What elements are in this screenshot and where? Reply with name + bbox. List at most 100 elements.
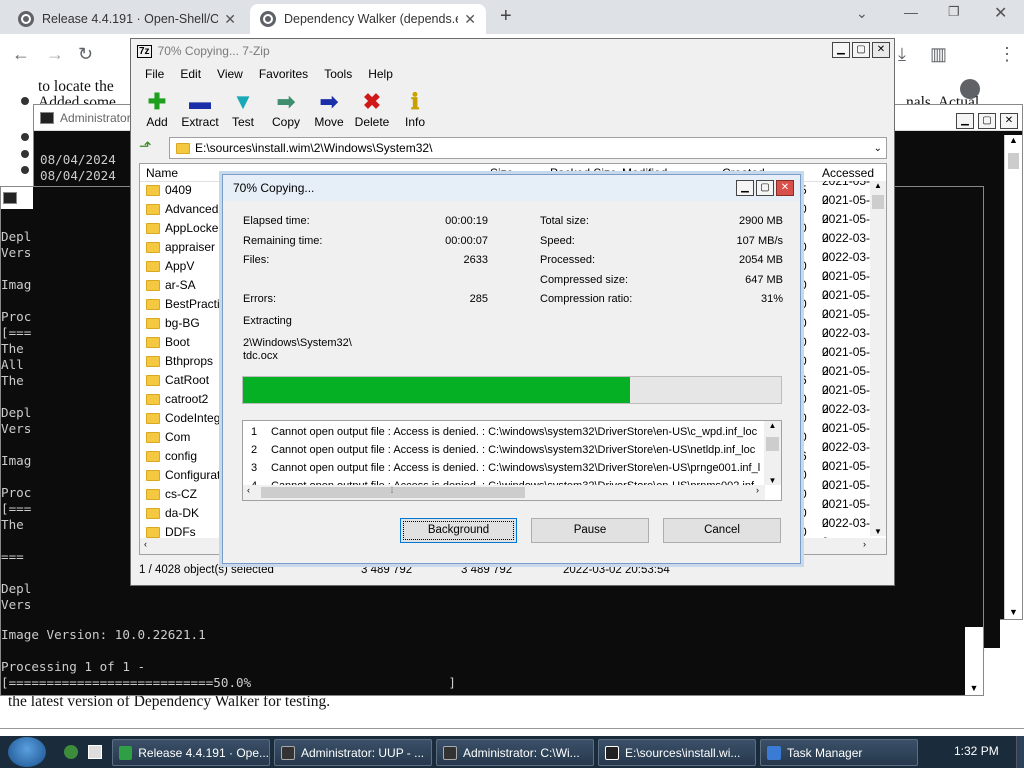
console-scrollbar[interactable]: ▼ [965, 627, 983, 695]
status-bar: 1 / 4028 object(s) selected 3 489 792 3 … [135, 561, 889, 581]
bullet [21, 97, 29, 105]
menu-item-help[interactable]: Help [360, 65, 401, 83]
folder-icon [146, 185, 160, 196]
stat-value: 647 MB [745, 273, 783, 286]
close-button[interactable]: ✕ [872, 42, 890, 58]
chevron-down-icon[interactable]: ⌄ [856, 5, 868, 22]
browser-tab-dependency-walker[interactable]: Dependency Walker (depends.e ✕ [250, 4, 486, 34]
folder-up-icon[interactable]: ⬏ [139, 137, 161, 157]
close-button[interactable]: ✕ [1000, 113, 1018, 129]
folder-icon [146, 527, 160, 538]
minimize-button[interactable]: ▁ [956, 113, 974, 129]
toolbar-label: Add [146, 115, 168, 129]
close-tab-icon[interactable]: ✕ [224, 11, 236, 28]
taskbar-item-browser[interactable]: Release 4.4.191 · Ope... [112, 739, 270, 766]
file-name: AppV [165, 259, 195, 273]
stat-label: Errors: [243, 293, 276, 305]
address-bar[interactable]: E:\sources\install.wim\2\Windows\System3… [169, 137, 887, 159]
error-row[interactable]: 1 Cannot open output file : Access is den… [243, 423, 763, 441]
dialog-window-controls: ▁ ▢ ✕ [736, 180, 794, 196]
close-button[interactable]: ✕ [776, 180, 794, 196]
background-button[interactable]: Background [400, 518, 517, 543]
menu-item-file[interactable]: File [137, 65, 172, 83]
menu-item-favorites[interactable]: Favorites [251, 65, 316, 83]
toolbar-label: Test [231, 115, 254, 129]
file-name: appraiser [165, 240, 216, 254]
column-name[interactable]: Name [146, 166, 178, 180]
forward-icon[interactable]: → [46, 44, 64, 65]
minimize-button[interactable]: ▁ [736, 180, 754, 196]
restore-icon[interactable]: ❐ [948, 4, 960, 20]
start-button[interactable] [8, 737, 46, 767]
column-accessed[interactable]: Accessed [822, 166, 874, 180]
close-icon[interactable]: ✕ [994, 3, 1007, 23]
error-hscrollbar[interactable]: ‹ ⦙ › [243, 485, 765, 500]
side-panel-icon[interactable]: ▥ [930, 44, 947, 65]
console-output: Depl Vers Imag Proc [=== The All The Depl Vers Ima… [1, 229, 41, 613]
clock[interactable]: 1:32 PM [954, 744, 999, 758]
page-text-line: nals. Actual [906, 94, 980, 104]
desktop-quicklaunch-icon[interactable] [88, 745, 102, 759]
window-controls: ▁ ▢ ✕ [832, 42, 890, 58]
toolbar-info-button[interactable]: ℹ Info [393, 89, 437, 129]
toolbar-extract-button[interactable]: ▬ Extract [178, 89, 222, 129]
file-created: 0 [800, 202, 807, 216]
file-created: 0 [800, 278, 807, 292]
file-created: 0 [800, 487, 807, 501]
minimize-icon[interactable]: — [904, 4, 918, 20]
taskbar-item-7zip[interactable]: E:\sources\install.wi... [598, 739, 756, 766]
file-created: 6 [800, 449, 807, 463]
new-tab-button[interactable]: + [500, 5, 512, 28]
error-row[interactable]: 3 Cannot open output file : Access is den… [243, 459, 763, 477]
cancel-button[interactable]: Cancel [663, 518, 781, 543]
stat-value: 00:00:07 [445, 234, 488, 247]
console-icon [40, 111, 54, 124]
chrome-quicklaunch-icon[interactable] [64, 745, 78, 759]
maximize-button[interactable]: ▢ [756, 180, 774, 196]
close-tab-icon[interactable]: ✕ [464, 11, 476, 28]
maximize-button[interactable]: ▢ [978, 113, 996, 129]
error-vscrollbar[interactable]: ▲ ▼ [764, 421, 781, 485]
show-desktop-button[interactable] [1016, 736, 1024, 768]
menu-item-tools[interactable]: Tools [316, 65, 360, 83]
folder-icon [146, 413, 160, 424]
taskbar-label: Administrator: C:\Wi... [463, 745, 580, 760]
toolbar-move-button[interactable]: ➡ Move [307, 89, 351, 129]
error-row[interactable]: 2 Cannot open output file : Access is den… [243, 441, 763, 459]
list-vscrollbar[interactable]: ▲ ▼ [870, 181, 886, 536]
stat-row: Errors: 285 [243, 293, 488, 313]
console-line: Processing 1 of 1 - [1, 659, 146, 674]
stat-row: Remaining time: 00:00:07 [243, 235, 488, 255]
menu-kebab-icon[interactable]: ⋮ [998, 44, 1016, 65]
console-line: Vers [1, 421, 32, 436]
toolbar-copy-button[interactable]: ➡ Copy [264, 89, 308, 129]
back-icon[interactable]: ← [12, 44, 30, 65]
divider [0, 728, 1024, 729]
menu-item-edit[interactable]: Edit [172, 65, 209, 83]
page-text-line: Added some [38, 94, 116, 104]
pause-button[interactable]: Pause [531, 518, 649, 543]
test-icon: ▼ [232, 89, 254, 114]
reload-icon[interactable]: ↻ [78, 44, 93, 65]
toolbar-test-button[interactable]: ▼ Test [221, 89, 265, 129]
window-title: 70% Copying... 7-Zip [157, 44, 270, 58]
console-scrollbar[interactable]: ▲ ▼ [1004, 135, 1022, 619]
maximize-button[interactable]: ▢ [852, 42, 870, 58]
toolbar-add-button[interactable]: ✚ Add [135, 89, 179, 129]
console-line: The [1, 517, 24, 532]
chevron-down-icon[interactable]: ⌄ [874, 143, 882, 154]
console-line: The [1, 341, 24, 356]
menu-item-view[interactable]: View [209, 65, 251, 83]
taskbar-item-task-manager[interactable]: Task Manager [760, 739, 918, 766]
browser-tab-release[interactable]: Release 4.4.191 · Open-Shell/Op ✕ [8, 4, 246, 34]
minimize-button[interactable]: ▁ [832, 42, 850, 58]
download-icon[interactable]: ⤓ [898, 44, 906, 65]
taskbar-item-console-uup[interactable]: Administrator: UUP - ... [274, 739, 432, 766]
taskbar-item-console-admin[interactable]: Administrator: C:\Wi... [436, 739, 594, 766]
toolbar-delete-button[interactable]: ✖ Delete [350, 89, 394, 129]
file-created: 0 [800, 392, 807, 406]
folder-icon [146, 280, 160, 291]
file-accessed-column: 2021-05-02021-05-02021-05-02022-03-02022… [822, 181, 872, 542]
